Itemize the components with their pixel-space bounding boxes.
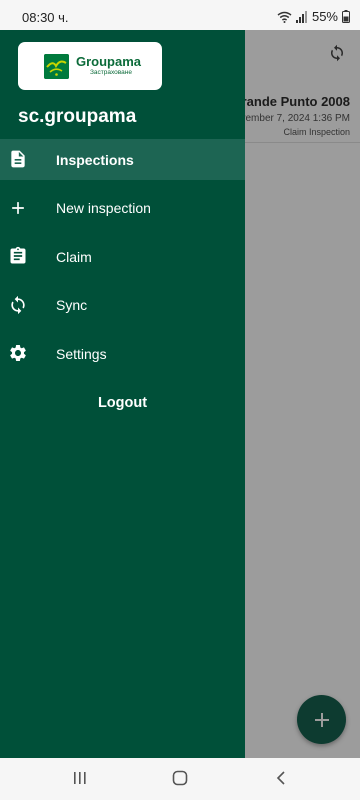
signal-icon: [295, 10, 307, 23]
plus-icon: [314, 712, 329, 727]
menu-item-label: New inspection: [56, 200, 151, 216]
battery-icon: [342, 10, 350, 23]
menu-item-label: Sync: [56, 297, 88, 313]
inspection-list-item[interactable]: Grande Punto 2008 vember 7, 2024 1:36 PM…: [232, 94, 350, 137]
recents-icon[interactable]: [73, 770, 87, 786]
status-icons: 55%: [277, 9, 350, 24]
sync-icon: [11, 295, 25, 314]
plus-icon: [12, 201, 24, 214]
username: sc.groupama: [18, 106, 137, 127]
menu-item-settings[interactable]: Settings: [0, 333, 245, 374]
menu-item-sync[interactable]: Sync: [0, 285, 245, 326]
battery-percent: 55%: [311, 9, 338, 24]
back-icon[interactable]: [275, 770, 287, 786]
menu-item-label: Settings: [56, 345, 107, 362]
clipboard-icon: [10, 246, 26, 264]
inspection-type: Claim Inspection: [283, 127, 350, 137]
logo-mark-icon: [44, 53, 69, 79]
logout-button[interactable]: Logout: [0, 395, 245, 411]
logo-name: Groupama: [76, 54, 142, 69]
logo-subtitle: Застраховане: [90, 69, 132, 76]
menu-item-new-inspection[interactable]: New inspection: [0, 188, 245, 229]
menu-item-label: Claim: [56, 248, 92, 265]
menu-item-claim[interactable]: Claim: [0, 236, 245, 277]
wifi-icon: [277, 11, 292, 23]
menu-item-inspections[interactable]: Inspections: [0, 139, 245, 180]
inspection-date: vember 7, 2024 1:36 PM: [240, 113, 350, 124]
inspection-title: Grande Punto 2008: [231, 94, 350, 109]
menu-item-label: Inspections: [56, 151, 134, 168]
system-navigation-bar: [0, 758, 360, 800]
drawer-menu: Inspections New inspection Claim Sync Se: [0, 139, 245, 382]
add-inspection-fab[interactable]: [297, 695, 346, 744]
groupama-logo: Groupama Застраховане: [18, 42, 162, 90]
sync-icon[interactable]: [328, 44, 346, 67]
document-icon: [11, 150, 25, 168]
clock: 08:30 ч.: [22, 10, 69, 25]
status-bar: 08:30 ч. 55%: [0, 0, 360, 30]
gear-icon: [10, 345, 26, 361]
navigation-drawer: Groupama Застраховане sc.groupama Inspec…: [0, 30, 245, 758]
home-icon[interactable]: [172, 770, 188, 786]
